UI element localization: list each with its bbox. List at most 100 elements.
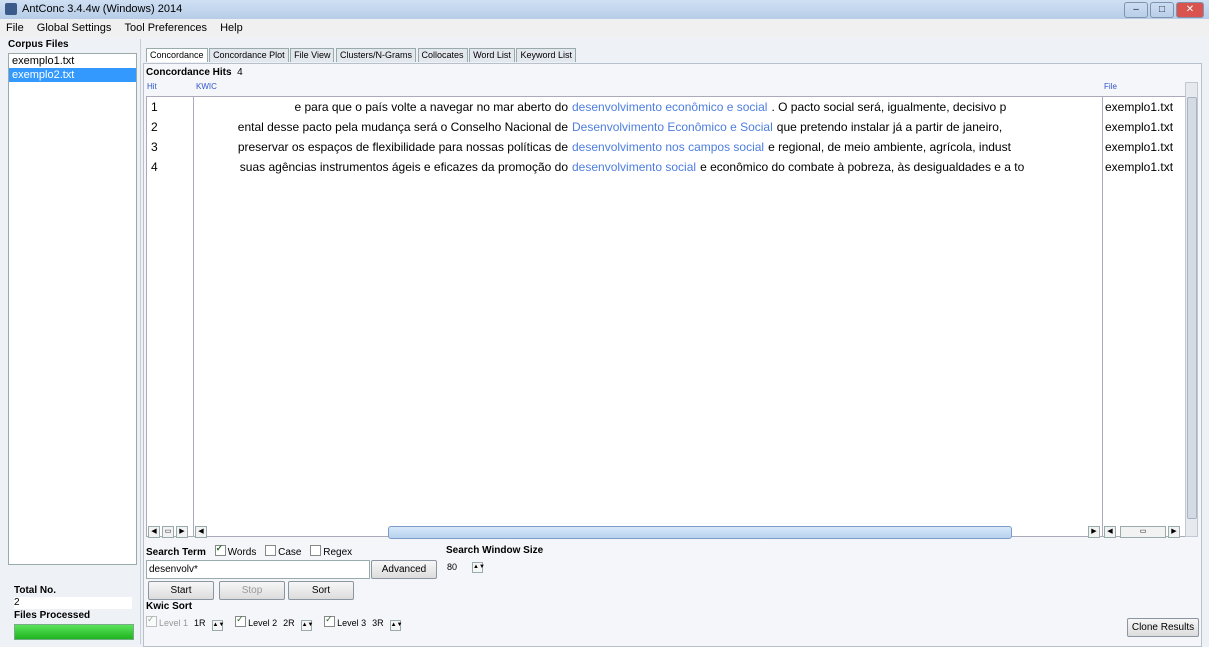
sort-button[interactable]: Sort [288, 581, 354, 600]
clone-results-button[interactable]: Clone Results [1127, 618, 1199, 637]
level3-value[interactable]: 3R [372, 618, 384, 628]
level1-value[interactable]: 1R [194, 618, 206, 628]
file-column: exemplo1.txt exemplo1.txt exemplo1.txt e… [1102, 96, 1186, 537]
tool-tabs: Concordance Concordance Plot File View C… [146, 48, 576, 62]
search-term-label: Search Term [146, 547, 206, 558]
case-checkbox[interactable] [265, 545, 277, 556]
kwic-column[interactable]: e para que o país volte a navegar no mar… [193, 96, 1103, 537]
kwic-left-context: preservar os espaços de flexibilidade pa… [237, 140, 568, 154]
tab-file-view[interactable]: File View [290, 48, 335, 62]
regex-label: Regex [323, 547, 353, 558]
file-cell[interactable]: exemplo1.txt [1103, 137, 1185, 157]
file-scroll-left-icon[interactable]: ◀ [1104, 526, 1116, 538]
kwic-left-context: ental desse pacto pela mudança será o Co… [237, 120, 568, 134]
file-cell[interactable]: exemplo1.txt [1103, 157, 1185, 177]
tab-collocates[interactable]: Collocates [417, 48, 468, 62]
level1-spinner-icon[interactable]: ▲▼ [211, 620, 224, 631]
kwic-keyword[interactable]: desenvolvimento nos campos social [572, 137, 764, 157]
concordance-hits-label: Concordance Hits 4 [146, 67, 243, 78]
kwic-keyword[interactable]: Desenvolvimento Econômico e Social [572, 117, 773, 137]
kwic-row[interactable]: suas agências instrumentos ágeis e efica… [194, 157, 1102, 177]
minimize-button[interactable]: – [1124, 2, 1148, 18]
level2-checkbox[interactable] [235, 614, 247, 627]
file-cell[interactable]: exemplo1.txt [1103, 97, 1185, 117]
search-term-row: Search Term Words Case Regex [146, 543, 353, 558]
level3-checkbox[interactable] [324, 614, 336, 627]
tab-concordance-plot[interactable]: Concordance Plot [209, 48, 289, 62]
level2-value[interactable]: 2R [283, 618, 295, 628]
hit-column: 1 2 3 4 [146, 96, 194, 537]
kwic-keyword[interactable]: desenvolvimento social [572, 157, 696, 177]
case-label: Case [278, 547, 302, 558]
title-bar: AntConc 3.4.4w (Windows) 2014 – □ ✕ [0, 0, 1209, 20]
hit-number: 2 [151, 120, 158, 134]
kwic-keyword[interactable]: desenvolvimento econômico e social [572, 97, 767, 117]
tab-clusters-ngrams[interactable]: Clusters/N-Grams [336, 48, 417, 62]
hit-number: 4 [151, 160, 158, 174]
kwic-sort-levels: Level 1 1R ▲▼ Level 2 2R ▲▼ Level 3 3R ▲▼ [146, 614, 403, 631]
hits-label-text: Concordance Hits [146, 67, 232, 78]
total-no-value: 2 [14, 597, 132, 609]
panel-divider[interactable] [140, 39, 141, 644]
corpus-panel: Corpus Files exemplo1.txt exemplo2.txt [8, 39, 137, 644]
file-scroll-thumb[interactable]: ▭ [1120, 526, 1166, 538]
kwic-row[interactable]: ental desse pacto pela mudança será o Co… [194, 117, 1102, 137]
advanced-button[interactable]: Advanced [371, 560, 437, 579]
hit-number: 3 [151, 140, 158, 154]
level1-checkbox[interactable] [146, 614, 157, 627]
kwic-right-context: e econômico do combate à pobreza, às des… [700, 160, 1025, 174]
kwic-left-context: e para que o país volte a navegar no mar… [294, 100, 568, 114]
search-term-input[interactable]: desenvolv* [146, 560, 370, 579]
menu-bar: File Global Settings Tool Preferences He… [0, 19, 1209, 37]
maximize-button[interactable]: □ [1150, 2, 1174, 18]
corpus-files-title: Corpus Files [8, 39, 69, 50]
kwic-sort-label: Kwic Sort [146, 601, 193, 612]
vertical-scroll-thumb[interactable] [1187, 97, 1197, 519]
kwic-left-context: suas agências instrumentos ágeis e efica… [239, 160, 568, 174]
column-header-file[interactable]: File [1104, 82, 1117, 91]
search-window-size-label: Search Window Size [446, 545, 544, 556]
start-button[interactable]: Start [148, 581, 214, 600]
app-icon [5, 3, 17, 15]
level1-label: Level 1 [159, 618, 189, 628]
kwic-row[interactable]: e para que o país volte a navegar no mar… [194, 97, 1102, 117]
scroll-right-arrow-icon[interactable]: ▶ [176, 526, 188, 538]
scroll-left-arrow-icon[interactable]: ◀ [148, 526, 160, 538]
tab-concordance[interactable]: Concordance [146, 48, 208, 62]
level3-spinner-icon[interactable]: ▲▼ [389, 620, 403, 631]
scroll-thumb-small[interactable]: ▭ [162, 526, 174, 538]
column-header-kwic[interactable]: KWIC [196, 82, 217, 91]
files-processed-progress [14, 624, 134, 640]
window-size-spinner-icon[interactable]: ▲▼ [472, 562, 485, 573]
kwic-scroll-left-icon[interactable]: ◀ [195, 526, 207, 538]
menu-tool-preferences[interactable]: Tool Preferences [124, 22, 207, 34]
close-button[interactable]: ✕ [1176, 2, 1204, 18]
corpus-file-item-selected[interactable]: exemplo2.txt [9, 68, 136, 82]
corpus-file-list[interactable]: exemplo1.txt exemplo2.txt [8, 53, 137, 565]
column-header-hit[interactable]: Hit [147, 82, 157, 91]
corpus-file-item[interactable]: exemplo1.txt [9, 54, 136, 68]
regex-checkbox[interactable] [310, 545, 322, 556]
file-scroll-right-icon[interactable]: ▶ [1168, 526, 1180, 538]
menu-global-settings[interactable]: Global Settings [37, 22, 112, 34]
kwic-right-context: . O pacto social será, igualmente, decis… [771, 100, 1007, 114]
progress-fill [15, 625, 133, 639]
level2-spinner-icon[interactable]: ▲▼ [300, 620, 314, 631]
file-cell[interactable]: exemplo1.txt [1103, 117, 1185, 137]
menu-file[interactable]: File [6, 22, 24, 34]
words-checkbox[interactable] [214, 543, 226, 556]
menu-help[interactable]: Help [220, 22, 243, 34]
level3-label: Level 3 [337, 618, 367, 628]
search-window-size-value[interactable]: 80 [447, 562, 457, 572]
words-label: Words [227, 547, 257, 558]
kwic-row[interactable]: preservar os espaços de flexibilidade pa… [194, 137, 1102, 157]
tab-word-list[interactable]: Word List [469, 48, 515, 62]
kwic-right-context: e regional, de meio ambiente, agrícola, … [768, 140, 1011, 154]
files-processed-label: Files Processed [14, 610, 91, 621]
kwic-scroll-right-icon[interactable]: ▶ [1088, 526, 1100, 538]
hits-count: 4 [237, 67, 243, 78]
tab-keyword-list[interactable]: Keyword List [516, 48, 576, 62]
stop-button[interactable]: Stop [219, 581, 285, 600]
kwic-horizontal-scrollbar[interactable] [388, 526, 1012, 539]
vertical-scrollbar[interactable] [1185, 82, 1198, 537]
